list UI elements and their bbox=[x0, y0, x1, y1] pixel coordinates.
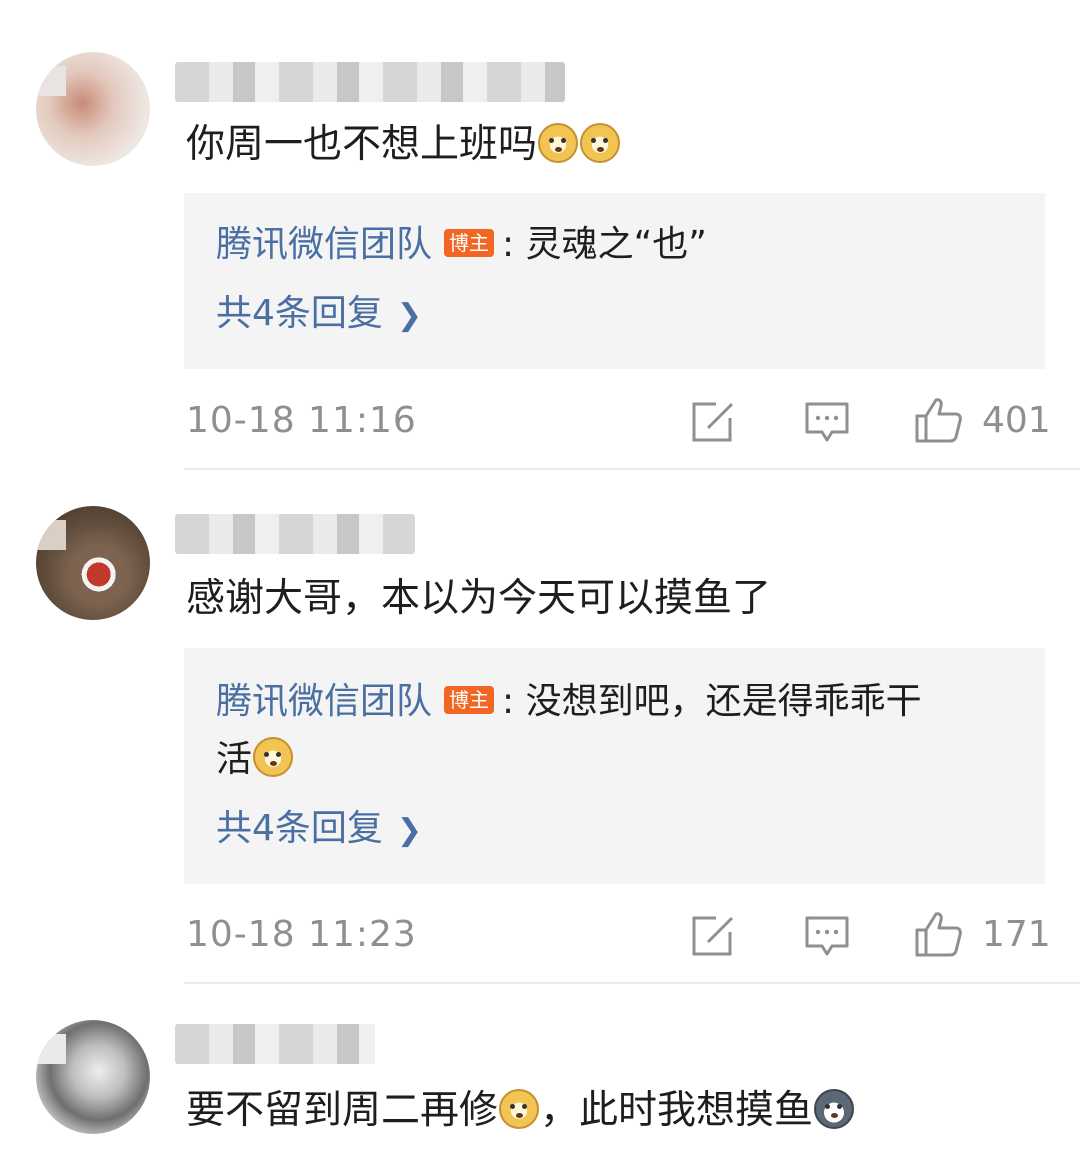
doge-emoji-icon bbox=[253, 737, 294, 777]
more-replies-link[interactable]: 共4条回复 ❯ bbox=[216, 804, 422, 856]
reply-preview[interactable]: 腾讯微信团队 博主: 灵魂之“也” 共4条回复 ❯ bbox=[184, 193, 1045, 369]
thumbs-up-icon[interactable] bbox=[914, 910, 964, 958]
husky-emoji-icon bbox=[814, 1089, 855, 1129]
comment-bubble-icon[interactable] bbox=[804, 914, 850, 958]
comment-text: 要不留到周二再修 ，此时我想摸鱼 bbox=[186, 1084, 855, 1138]
author-badge: 博主 bbox=[444, 686, 495, 714]
username-blurred[interactable] bbox=[175, 514, 415, 554]
comment-bubble-icon[interactable] bbox=[804, 400, 850, 444]
comment-text: 你周一也不想上班吗 bbox=[186, 118, 621, 172]
username-blurred[interactable] bbox=[175, 1024, 375, 1064]
chevron-right-icon: ❯ bbox=[396, 298, 423, 333]
timestamp: 10-18 11:23 bbox=[186, 914, 417, 955]
reply-preview[interactable]: 腾讯微信团队 博主: 没想到吧，还是得乖乖干 活 共4条回复 ❯ bbox=[184, 648, 1045, 884]
doge-emoji-icon bbox=[580, 123, 621, 163]
author-badge: 博主 bbox=[444, 229, 495, 257]
doge-emoji-icon bbox=[499, 1089, 540, 1129]
more-replies-link[interactable]: 共4条回复 ❯ bbox=[216, 289, 422, 341]
reply-text-cont: 活 bbox=[216, 739, 253, 780]
like-count: 401 bbox=[982, 400, 1051, 441]
reply-author-link[interactable]: 腾讯微信团队 bbox=[216, 224, 432, 265]
reply-text: : 灵魂之“也” bbox=[502, 224, 707, 265]
reply-line: 腾讯微信团队 博主: 没想到吧，还是得乖乖干 bbox=[216, 674, 922, 730]
share-edit-icon[interactable] bbox=[690, 914, 736, 958]
username-blurred[interactable] bbox=[175, 62, 565, 102]
divider bbox=[184, 982, 1080, 984]
divider bbox=[184, 468, 1080, 470]
avatar[interactable] bbox=[36, 1020, 150, 1134]
reply-author-link[interactable]: 腾讯微信团队 bbox=[216, 681, 432, 722]
like-count: 171 bbox=[982, 914, 1051, 955]
reply-line: 腾讯微信团队 博主: 灵魂之“也” bbox=[216, 217, 707, 273]
chevron-right-icon: ❯ bbox=[396, 813, 423, 848]
reply-text: : 没想到吧，还是得乖乖干 bbox=[502, 681, 922, 722]
doge-emoji-icon bbox=[538, 123, 579, 163]
comment-text: 感谢大哥，本以为今天可以摸鱼了 bbox=[186, 576, 772, 621]
thumbs-up-icon[interactable] bbox=[914, 396, 964, 444]
reply-line-cont: 活 bbox=[216, 732, 294, 788]
timestamp: 10-18 11:16 bbox=[186, 400, 417, 441]
avatar[interactable] bbox=[36, 506, 150, 620]
avatar[interactable] bbox=[36, 52, 150, 166]
share-edit-icon[interactable] bbox=[690, 400, 736, 444]
